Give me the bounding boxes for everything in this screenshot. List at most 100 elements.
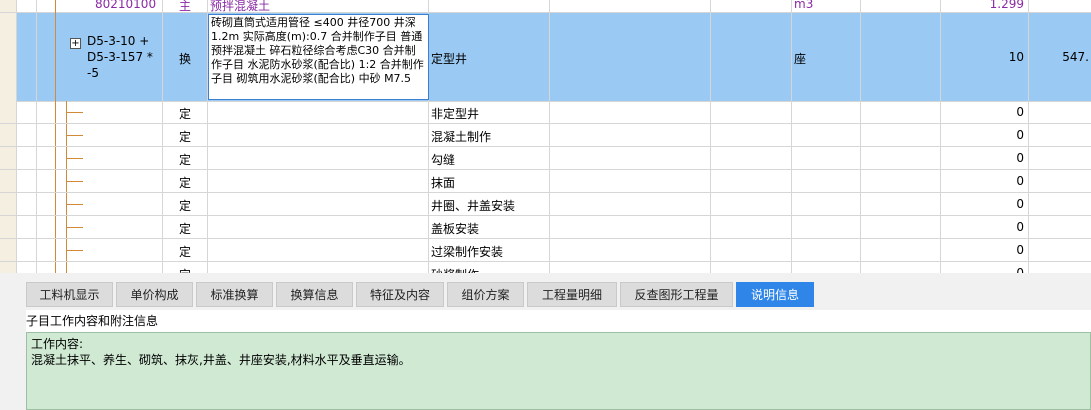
table-row[interactable]: 80210100 主 预拌混凝土 m3 1.299 [0, 0, 1091, 13]
type-cell[interactable]: 主 [163, 0, 208, 12]
qty-text: 0 [1016, 151, 1024, 165]
tab-unit-price-composition[interactable]: 单价构成 [116, 282, 193, 307]
type-cell[interactable]: 换 [163, 13, 208, 101]
unit-cell[interactable] [792, 124, 861, 146]
name-cell[interactable]: 勾缝 [429, 147, 550, 169]
description-cell[interactable] [208, 124, 429, 146]
unit-cell[interactable] [792, 216, 861, 238]
name-cell[interactable]: 非定型井 [429, 101, 550, 123]
row-gutter [0, 170, 17, 192]
tree-branch [67, 250, 83, 251]
qty-cell[interactable]: 0 [941, 101, 1029, 123]
code-cell[interactable] [37, 170, 163, 192]
name-cell[interactable]: 井圈、井盖安装 [429, 193, 550, 215]
description-cell[interactable] [208, 216, 429, 238]
description-cell[interactable] [208, 147, 429, 169]
description-cell[interactable] [208, 170, 429, 192]
qty-cell[interactable]: 0 [941, 170, 1029, 192]
name-cell[interactable]: 混凝土制作 [429, 124, 550, 146]
qty-cell[interactable]: 1.299 [941, 0, 1029, 12]
table-row-selected[interactable]: D5-3-10 + D5-3-157 * -5 换 定型井 座 10 547. [0, 13, 1091, 102]
qty-cell[interactable]: 10 [941, 13, 1029, 101]
table-row[interactable]: 定 砂浆制作 0 [0, 262, 1091, 273]
unit-cell[interactable] [792, 170, 861, 192]
notes-area[interactable]: 工作内容: 混凝土抹平、养生、砌筑、抹灰,井盖、井座安装,材料水平及垂直运输。 [26, 332, 1091, 410]
qty-cell[interactable]: 0 [941, 262, 1029, 273]
name-text: 盖板安装 [431, 222, 480, 236]
description-cell[interactable] [208, 193, 429, 215]
code-cell[interactable] [37, 216, 163, 238]
tab-description-info[interactable]: 说明信息 [736, 282, 814, 307]
qty-text: 1.299 [989, 0, 1024, 11]
name-cell[interactable]: 预拌混凝土 [208, 0, 429, 12]
table-row[interactable]: 定 井圈、井盖安装 0 [0, 193, 1091, 216]
unit-cell[interactable] [792, 147, 861, 169]
qty-cell[interactable]: 0 [941, 216, 1029, 238]
name-text: 非定型井 [431, 107, 480, 121]
row-gutter [0, 0, 17, 12]
qty-cell[interactable]: 0 [941, 147, 1029, 169]
unit-cell[interactable] [792, 101, 861, 123]
price-cell[interactable]: 547. [1029, 13, 1091, 101]
unit-text: m3 [794, 0, 814, 11]
tab-labor-material-machine[interactable]: 工料机显示 [26, 282, 113, 307]
type-text: 定 [178, 245, 191, 259]
tab-standard-conversion[interactable]: 标准换算 [196, 282, 273, 307]
type-cell[interactable]: 定 [163, 262, 208, 273]
code-cell[interactable] [37, 124, 163, 146]
tab-pricing-scheme[interactable]: 组价方案 [447, 282, 524, 307]
type-cell[interactable]: 定 [163, 170, 208, 192]
expand-icon[interactable]: + [70, 38, 81, 49]
name-text: 定型井 [431, 52, 468, 66]
table-row[interactable]: 定 非定型井 0 [0, 101, 1091, 124]
type-cell[interactable]: 定 [163, 124, 208, 146]
qty-text: 0 [1016, 128, 1024, 142]
tree-branch [67, 158, 83, 159]
unit-cell[interactable]: 座 [792, 13, 861, 101]
name-cell[interactable]: 定型井 [429, 13, 550, 101]
table-row[interactable]: 定 盖板安装 0 [0, 216, 1091, 239]
table-row[interactable]: 定 勾缝 0 [0, 147, 1091, 170]
tab-features-content[interactable]: 特征及内容 [356, 282, 444, 307]
unit-text: 座 [794, 52, 807, 66]
code-cell[interactable] [37, 239, 163, 261]
unit-cell[interactable] [792, 239, 861, 261]
tab-graphic-quantity[interactable]: 反查图形工程量 [620, 282, 733, 307]
type-cell[interactable]: 定 [163, 239, 208, 261]
tree-branch [67, 204, 83, 205]
type-cell[interactable]: 定 [163, 147, 208, 169]
table-row[interactable]: 定 过梁制作安装 0 [0, 239, 1091, 262]
description-cell[interactable] [208, 101, 429, 123]
code-cell[interactable] [37, 101, 163, 123]
row-gutter [0, 101, 17, 123]
tree-branch [67, 227, 83, 228]
unit-cell[interactable] [792, 262, 861, 273]
qty-cell[interactable]: 0 [941, 124, 1029, 146]
name-cell[interactable]: 过梁制作安装 [429, 239, 550, 261]
type-text: 定 [178, 222, 191, 236]
name-cell[interactable]: 抹面 [429, 170, 550, 192]
qty-cell[interactable]: 0 [941, 239, 1029, 261]
name-cell[interactable]: 盖板安装 [429, 216, 550, 238]
description-cell[interactable] [208, 239, 429, 261]
code-cell[interactable] [37, 147, 163, 169]
qty-cell[interactable]: 0 [941, 193, 1029, 215]
tab-quantity-detail[interactable]: 工程量明细 [527, 282, 617, 307]
type-cell[interactable]: 定 [163, 193, 208, 215]
type-cell[interactable]: 定 [163, 216, 208, 238]
row-gutter [0, 239, 17, 261]
name-cell[interactable]: 砂浆制作 [429, 262, 550, 273]
unit-cell[interactable]: m3 [792, 0, 861, 12]
type-cell[interactable]: 定 [163, 101, 208, 123]
description-editor[interactable]: 砖砌直筒式适用管径 ≤400 井径700 井深1.2m 实际高度(m):0.7 … [208, 14, 429, 100]
table-row[interactable]: 定 抹面 0 [0, 170, 1091, 193]
table-row[interactable]: 定 混凝土制作 0 [0, 124, 1091, 147]
description-cell[interactable] [208, 262, 429, 273]
unit-cell[interactable] [792, 193, 861, 215]
quota-grid: 80210100 主 预拌混凝土 m3 1.299 D5-3-10 + D5-3… [0, 0, 1091, 273]
code-cell[interactable] [37, 262, 163, 273]
type-text: 定 [178, 130, 191, 144]
code-cell[interactable] [37, 193, 163, 215]
type-text: 主 [178, 0, 191, 12]
tab-conversion-info[interactable]: 换算信息 [276, 282, 353, 307]
